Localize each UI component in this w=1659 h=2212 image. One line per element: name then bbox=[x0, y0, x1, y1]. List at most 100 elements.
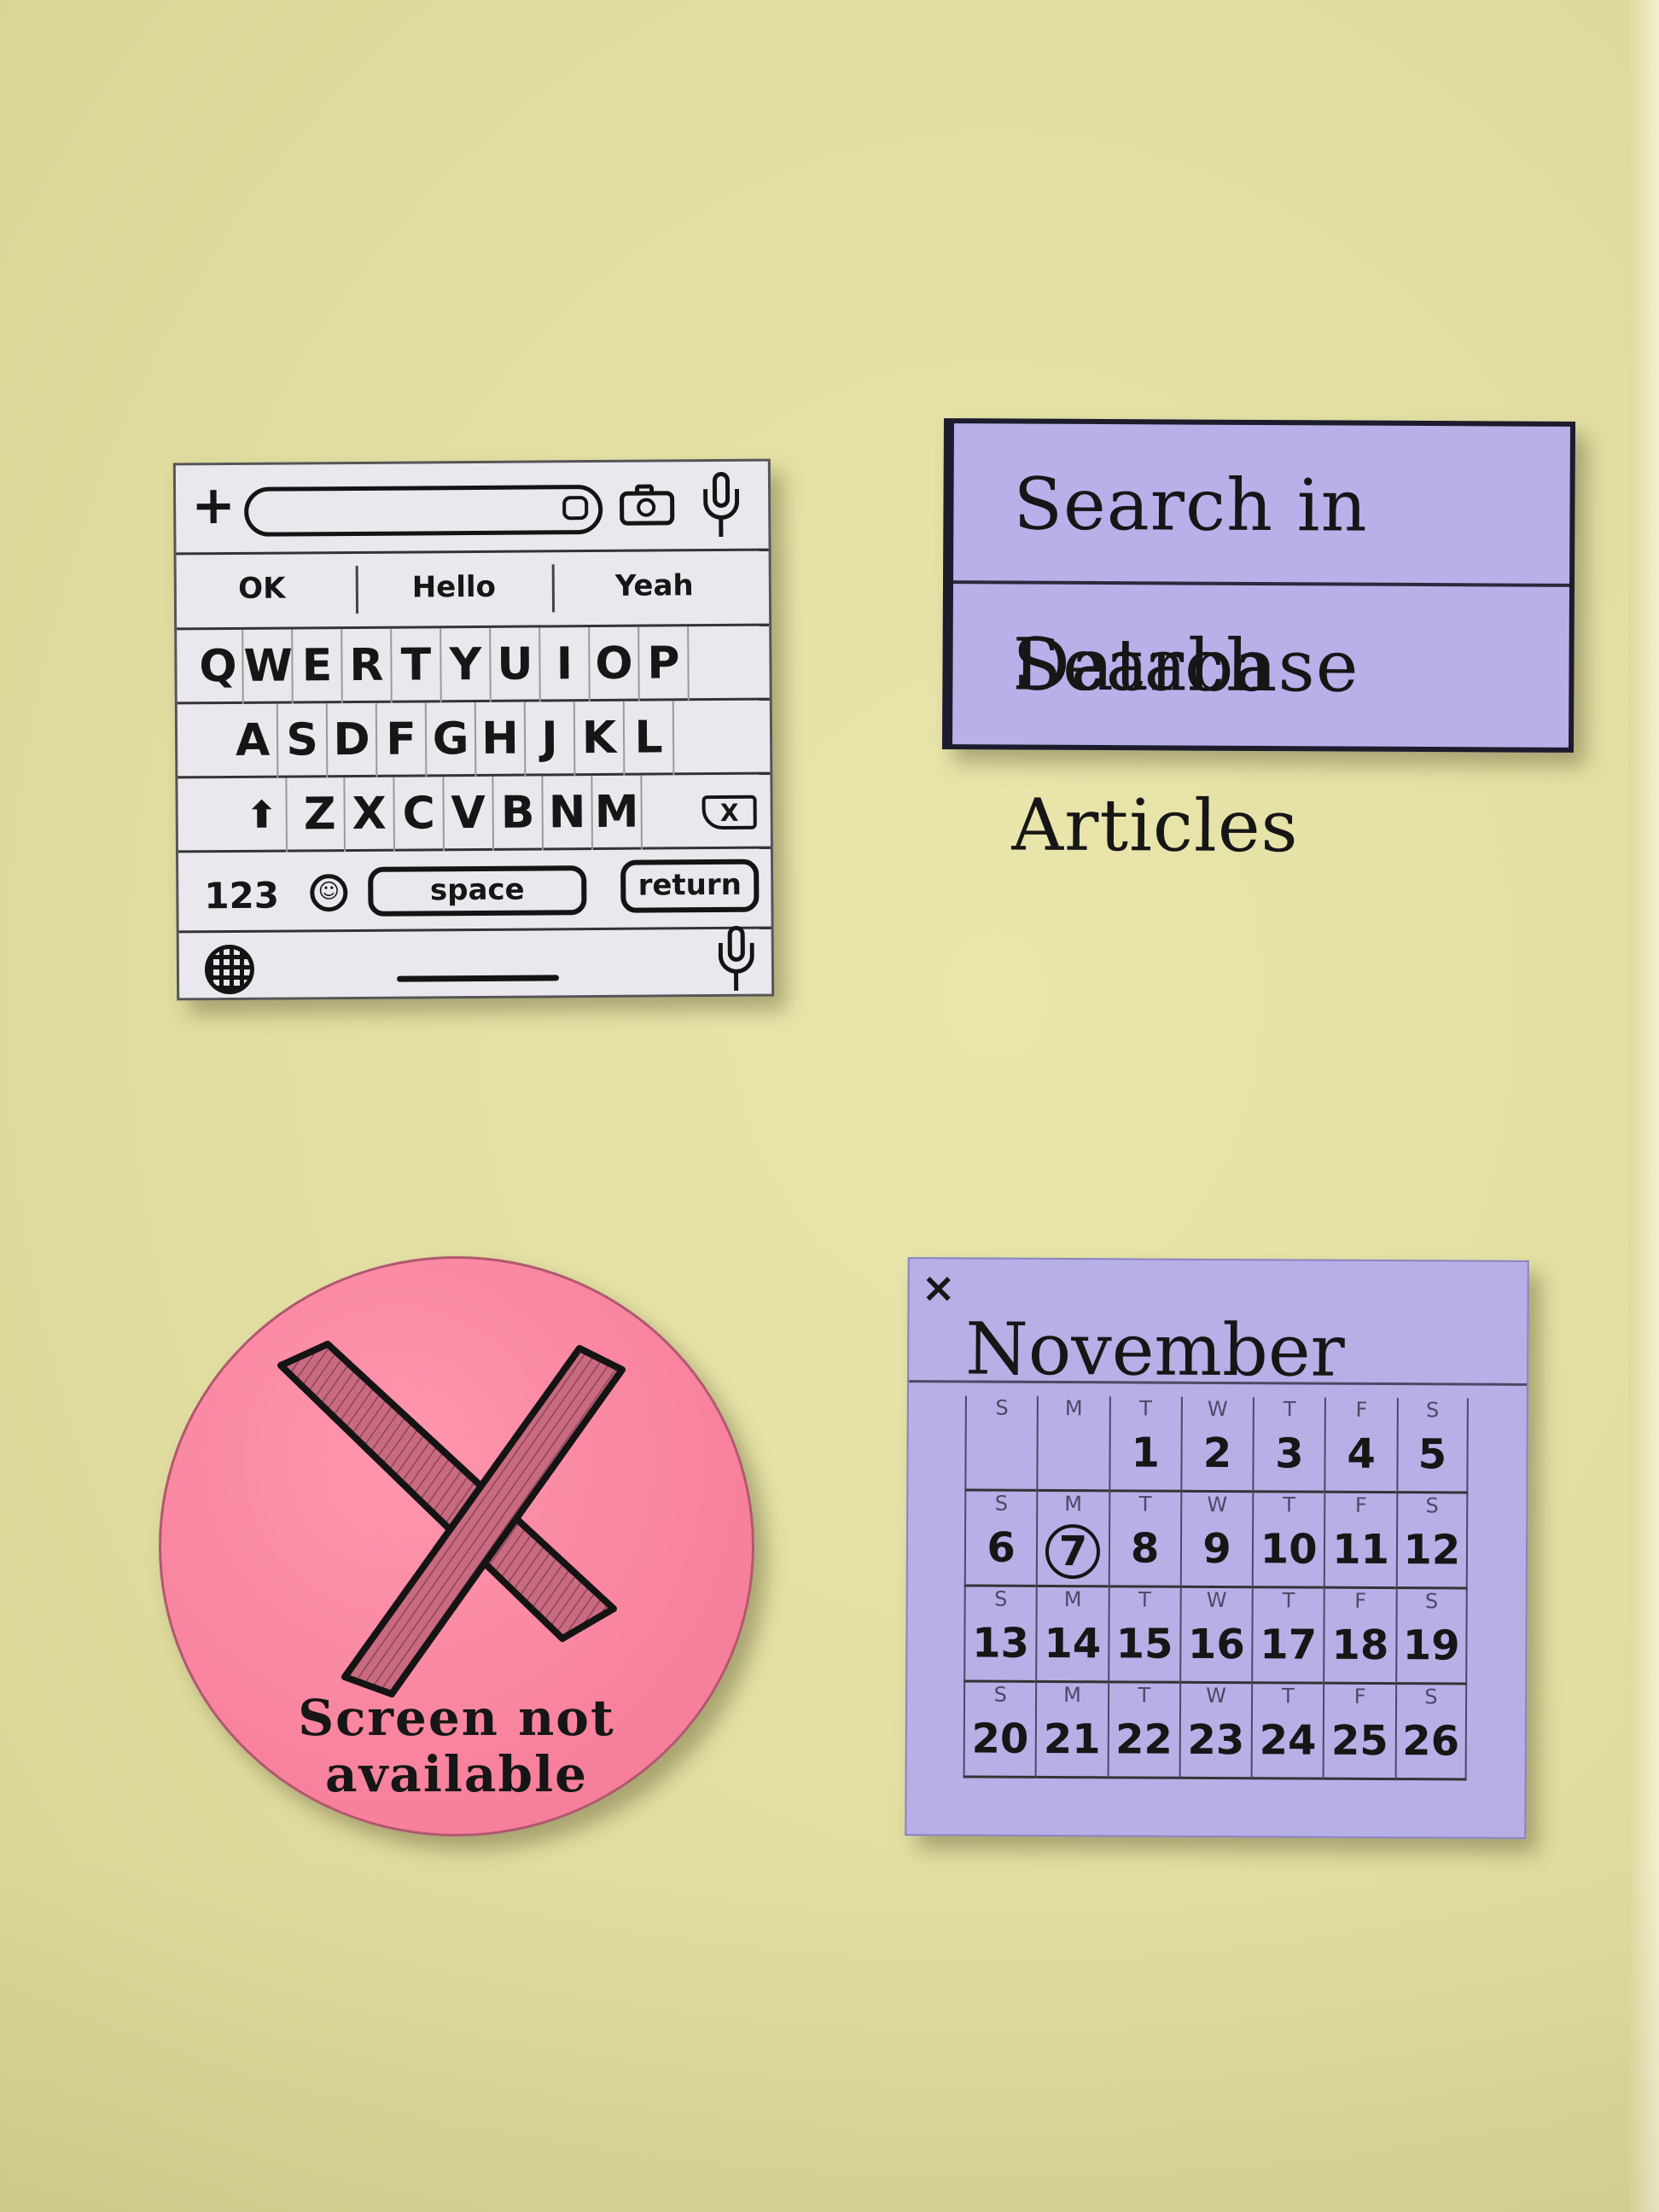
calendar-day-cell[interactable]: S6 bbox=[963, 1491, 1037, 1587]
calendar-day-cell[interactable]: S 19 bbox=[1394, 1589, 1468, 1685]
menu-item-search-articles[interactable]: Search Articles bbox=[952, 584, 1569, 868]
calendar-day-cell[interactable]: T8 bbox=[1108, 1492, 1181, 1588]
key-e[interactable]: E bbox=[293, 629, 343, 704]
key-q[interactable]: Q bbox=[194, 629, 244, 705]
camera-icon[interactable] bbox=[620, 484, 676, 526]
key-f[interactable]: F bbox=[376, 702, 428, 777]
day-number: 24 bbox=[1259, 1716, 1317, 1765]
x-icon bbox=[277, 1341, 626, 1697]
calendar-day-cell[interactable]: M 14 bbox=[1035, 1586, 1109, 1684]
key-c[interactable]: C bbox=[394, 777, 445, 852]
key-p[interactable]: P bbox=[639, 626, 690, 701]
sticker-icon[interactable] bbox=[562, 496, 589, 521]
weekday-label: W bbox=[1206, 1587, 1227, 1613]
calendar-day-cell[interactable]: S 12 bbox=[1395, 1493, 1469, 1590]
weekday-label: S bbox=[1425, 1493, 1439, 1518]
day-number: 10 bbox=[1260, 1525, 1318, 1574]
key-h[interactable]: H bbox=[475, 701, 527, 777]
message-input-bar: + bbox=[175, 461, 769, 556]
key-b[interactable]: B bbox=[493, 776, 544, 851]
key-w[interactable]: W bbox=[243, 629, 294, 704]
suggestion-hello[interactable]: Hello bbox=[369, 569, 539, 605]
day-number: 4 bbox=[1347, 1429, 1376, 1478]
key-z[interactable]: Z bbox=[295, 777, 346, 853]
calendar-day-cell[interactable]: T1 bbox=[1108, 1396, 1181, 1493]
weekday-label: S bbox=[993, 1682, 1007, 1707]
calendar-day-cell[interactable]: M 21 bbox=[1034, 1682, 1108, 1779]
microphone-icon[interactable] bbox=[701, 471, 742, 540]
weekday-label: F bbox=[1355, 1397, 1368, 1422]
weekday-label: T bbox=[1283, 1397, 1296, 1422]
key-u[interactable]: U bbox=[491, 627, 541, 702]
globe-icon[interactable] bbox=[204, 944, 255, 995]
weekday-label: W bbox=[1206, 1683, 1227, 1708]
calendar-day-cell[interactable]: T 22 bbox=[1107, 1683, 1180, 1779]
delete-icon[interactable]: X bbox=[701, 795, 757, 830]
plus-icon[interactable]: + bbox=[191, 474, 236, 536]
calendar-day-cell[interactable]: F 18 bbox=[1323, 1588, 1396, 1685]
calendar-day-cell-selected[interactable]: M7 bbox=[1036, 1491, 1109, 1588]
calendar-day-cell[interactable]: T 10 bbox=[1251, 1493, 1324, 1589]
key-g[interactable]: G bbox=[426, 701, 477, 777]
weekday-label: S bbox=[994, 1586, 1008, 1611]
calendar-day-cell[interactable]: T3 bbox=[1252, 1397, 1325, 1493]
suggestion-bar: OK Hello Yeah bbox=[176, 550, 770, 631]
key-i[interactable]: I bbox=[540, 627, 591, 702]
day-number: 16 bbox=[1187, 1620, 1245, 1669]
key-v[interactable]: V bbox=[444, 776, 494, 852]
suggestion-divider bbox=[355, 565, 359, 614]
calendar-day-cell[interactable]: T 24 bbox=[1250, 1684, 1324, 1780]
calendar-day-cell[interactable]: W9 bbox=[1179, 1492, 1253, 1589]
calendar-day-cell[interactable]: S 26 bbox=[1394, 1685, 1468, 1781]
weekday-label: S bbox=[995, 1395, 1009, 1420]
space-key[interactable]: space bbox=[368, 865, 587, 917]
message-input[interactable] bbox=[244, 484, 603, 537]
calendar-day-cell[interactable]: W 16 bbox=[1179, 1587, 1252, 1685]
key-x[interactable]: X bbox=[345, 777, 395, 853]
calendar-day-cell[interactable]: F 11 bbox=[1324, 1493, 1397, 1590]
day-number: 11 bbox=[1332, 1525, 1390, 1575]
suggestion-ok[interactable]: OK bbox=[177, 571, 347, 606]
calendar-month-title: November bbox=[964, 1307, 1346, 1393]
unavailable-line-1: Screen not bbox=[298, 1689, 615, 1747]
day-number: 15 bbox=[1115, 1620, 1173, 1668]
dictation-microphone-icon[interactable] bbox=[717, 925, 757, 994]
key-y[interactable]: Y bbox=[441, 627, 492, 703]
calendar-day-cell[interactable]: F 25 bbox=[1323, 1684, 1395, 1781]
menu-item-search-database[interactable]: Search in Database bbox=[953, 423, 1570, 708]
day-number: 6 bbox=[987, 1523, 1016, 1572]
emoji-icon[interactable]: ☺ bbox=[310, 874, 348, 912]
calendar-day-cell[interactable]: T 17 bbox=[1251, 1588, 1324, 1685]
shift-icon[interactable]: ⬆ bbox=[237, 777, 288, 853]
key-s[interactable]: S bbox=[277, 703, 329, 778]
calendar-day-cell[interactable]: S 20 bbox=[963, 1682, 1036, 1778]
key-j[interactable]: J bbox=[525, 701, 576, 777]
weekday-label: F bbox=[1353, 1684, 1366, 1708]
key-r[interactable]: R bbox=[342, 628, 393, 704]
key-t[interactable]: T bbox=[392, 628, 442, 703]
calendar-day-cell[interactable]: F4 bbox=[1324, 1397, 1397, 1494]
return-key[interactable]: return bbox=[620, 859, 760, 913]
key-o[interactable]: O bbox=[590, 626, 640, 702]
calendar-day-cell: M bbox=[1036, 1395, 1109, 1493]
suggestion-yeah[interactable]: Yeah bbox=[569, 568, 740, 603]
suggestion-divider bbox=[551, 564, 556, 613]
calendar-day-cell[interactable]: S5 bbox=[1396, 1398, 1469, 1494]
search-menu-card: Search in Database Search Articles bbox=[941, 418, 1576, 868]
numbers-key[interactable]: 123 bbox=[204, 875, 279, 917]
home-indicator bbox=[397, 975, 560, 982]
calendar-day-cell: S bbox=[964, 1395, 1038, 1492]
key-m[interactable]: M bbox=[592, 775, 643, 851]
key-k[interactable]: K bbox=[574, 701, 626, 777]
key-n[interactable]: N bbox=[543, 776, 593, 851]
weekday-label: M bbox=[1064, 1492, 1083, 1516]
calendar-day-cell[interactable]: W 23 bbox=[1179, 1683, 1252, 1780]
calendar-day-cell[interactable]: T 15 bbox=[1107, 1587, 1180, 1684]
key-a[interactable]: A bbox=[228, 703, 279, 779]
calendar-day-cell[interactable]: S 13 bbox=[963, 1586, 1037, 1683]
calendar-day-cell[interactable]: W2 bbox=[1180, 1396, 1254, 1493]
key-d[interactable]: D bbox=[327, 702, 378, 778]
key-l[interactable]: L bbox=[624, 701, 675, 776]
close-icon[interactable]: × bbox=[921, 1264, 956, 1312]
key-row-1: Q W E R T Y U I O P bbox=[177, 626, 770, 705]
